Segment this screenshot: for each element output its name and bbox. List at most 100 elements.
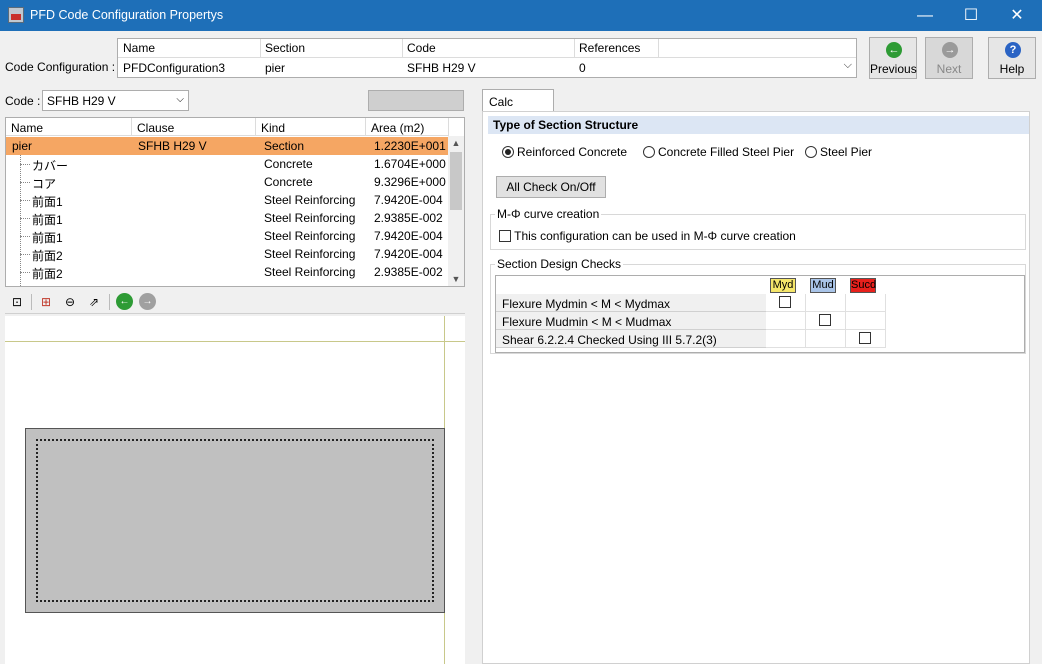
radio-label: Concrete Filled Steel Pier (658, 145, 795, 159)
cell-myd-2 (766, 312, 806, 330)
config-selector[interactable]: Name Section Code References PFDConfigur… (117, 38, 857, 78)
help-button[interactable]: ? Help (988, 37, 1036, 79)
all-check-button[interactable]: All Check On/Off (496, 176, 606, 198)
tree-row[interactable]: pier SFHB H29 V Section 1.2230E+001 (6, 137, 449, 155)
tree-cell-area: 7.9420E-004 (374, 229, 443, 243)
design-checks-table: Myd Mud Sucd Flexure Mydmin < M < Mydmax… (495, 275, 1025, 353)
chevron-down-icon: ⌵ (176, 94, 184, 105)
next-button[interactable]: → Next (925, 37, 973, 79)
previous-button[interactable]: ← Previous (869, 37, 917, 79)
blank-button[interactable] (368, 90, 464, 111)
back-icon[interactable]: ← (116, 293, 133, 310)
cell-sucd-3[interactable] (846, 330, 886, 348)
tree-cell-area: 2.9385E-002 (374, 211, 443, 225)
tree-row[interactable]: 前面1 Steel Reinforcing 7.9420E-004 (6, 191, 449, 209)
scroll-down-icon[interactable]: ▼ (448, 274, 464, 284)
cell-sucd-1 (846, 294, 886, 312)
minimize-button[interactable]: — (902, 0, 948, 31)
tree-cell-kind: Steel Reinforcing (264, 193, 356, 207)
col-mud: Mud (810, 278, 836, 293)
code-config-label: Code Configuration : (5, 60, 116, 74)
app-icon (8, 7, 24, 23)
tree-row[interactable]: 前面2 Steel Reinforcing 2.9385E-002 (6, 263, 449, 281)
tree-col-area[interactable]: Area (m2) (366, 118, 449, 136)
radio-steel-pier[interactable]: Steel Pier (805, 145, 872, 159)
tree-cell-name: 前面1 (32, 231, 63, 245)
radio-label: Steel Pier (820, 145, 873, 159)
arrow-left-icon: ← (886, 42, 902, 58)
x-axis-line (5, 341, 465, 342)
radio-off-icon (643, 146, 655, 158)
cell-sucd-2 (846, 312, 886, 330)
radio-concrete-filled-steel-pier[interactable]: Concrete Filled Steel Pier (643, 145, 794, 159)
next-label: Next (936, 62, 962, 76)
col-name: Name (123, 41, 156, 55)
tree-scrollbar[interactable]: ▲ ▼ (448, 136, 464, 286)
tree-col-name[interactable]: Name (6, 118, 132, 136)
check-row-shear: Shear 6.2.2.4 Checked Using III 5.7.2(3) (496, 330, 766, 348)
forward-icon[interactable]: → (139, 293, 156, 310)
tree-cell-kind: Steel Reinforcing (264, 265, 356, 279)
help-icon: ? (1005, 42, 1021, 58)
section-drawing[interactable] (5, 316, 465, 664)
zoom-window-icon[interactable]: ⊞ (37, 293, 55, 311)
pan-icon[interactable]: ⇗ (85, 293, 103, 311)
checkbox-icon (499, 230, 511, 242)
radio-reinforced-concrete[interactable]: Reinforced Concrete (502, 145, 627, 159)
checkbox-icon (859, 332, 871, 344)
tree-row[interactable]: 前面1 Steel Reinforcing 7.9420E-004 (6, 227, 449, 245)
mphi-checkbox[interactable]: This configuration can be used in M-Φ cu… (499, 229, 796, 243)
tree-row[interactable]: 前面2 Steel Reinforcing 7.9420E-004 (6, 245, 449, 263)
close-button[interactable]: ✕ (994, 0, 1040, 31)
tab-calc-setting[interactable]: Calc Setting (482, 89, 554, 123)
maximize-button[interactable]: ☐ (948, 0, 994, 31)
tree-row[interactable]: コア Concrete 9.3296E+000 (6, 173, 449, 191)
tree-cell-area: 7.9420E-004 (374, 247, 443, 261)
tree-cell-kind: Steel Reinforcing (264, 247, 356, 261)
value-name: PFDConfiguration3 (123, 61, 226, 75)
previous-label: Previous (870, 62, 917, 76)
fit-view-icon[interactable]: ⊡ (8, 293, 26, 311)
tree-cell-name: 前面2 (32, 267, 63, 281)
design-checks-title: Section Design Checks (495, 257, 624, 271)
value-section: pier (265, 61, 286, 75)
cell-mud-2[interactable] (806, 312, 846, 330)
tree-cell-kind: Steel Reinforcing (264, 211, 356, 225)
tree-cell-kind: Steel Reinforcing (264, 229, 356, 243)
code-label: Code : (5, 94, 41, 108)
tree-cell-kind: Concrete (264, 157, 313, 171)
tree-cell-name: 前面1 (32, 195, 63, 209)
tree-row[interactable]: カバー Concrete 1.6704E+000 (6, 155, 449, 173)
tree-cell-area: 2.9385E-002 (374, 265, 443, 279)
structure-type-header: Type of Section Structure (488, 116, 1029, 134)
section-tree[interactable]: Name Clause Kind Area (m2) pier SFHB H29 … (5, 117, 465, 287)
cell-mud-1 (806, 294, 846, 312)
code-select[interactable]: SFHB H29 V ⌵ (42, 90, 189, 111)
mphi-group-title: M-Φ curve creation (495, 207, 602, 221)
value-code: SFHB H29 V (407, 61, 476, 75)
zoom-out-icon[interactable]: ⊖ (61, 293, 79, 311)
calc-setting-panel: Type of Section Structure Reinforced Con… (482, 111, 1030, 664)
tree-cell-clause: SFHB H29 V (138, 139, 207, 153)
tree-col-kind[interactable]: Kind (256, 118, 366, 136)
splitter[interactable] (466, 88, 481, 664)
col-section: Section (265, 41, 306, 55)
cell-mud-3 (806, 330, 846, 348)
scroll-thumb[interactable] (450, 152, 462, 210)
cell-myd-1[interactable] (766, 294, 806, 312)
check-row-flexure-myd: Flexure Mydmin < M < Mydmax (496, 294, 766, 312)
help-label: Help (999, 62, 1025, 76)
checkbox-icon (779, 296, 791, 308)
scroll-up-icon[interactable]: ▲ (448, 138, 464, 148)
col-sucd: Sucd (850, 278, 877, 293)
tree-col-clause[interactable]: Clause (132, 118, 256, 136)
title-bar: PFD Code Configuration Propertys — ☐ ✕ (0, 0, 1042, 31)
window-title: PFD Code Configuration Propertys (30, 8, 224, 22)
chevron-down-icon[interactable]: ⌵ (844, 59, 852, 72)
mphi-check-label: This configuration can be used in M-Φ cu… (514, 229, 796, 243)
tree-row[interactable]: 前面1 Steel Reinforcing 2.9385E-002 (6, 209, 449, 227)
checkbox-icon (819, 314, 831, 326)
radio-off-icon (805, 146, 817, 158)
cell-myd-3 (766, 330, 806, 348)
check-row-flexure-mud: Flexure Mudmin < M < Mudmax (496, 312, 766, 330)
